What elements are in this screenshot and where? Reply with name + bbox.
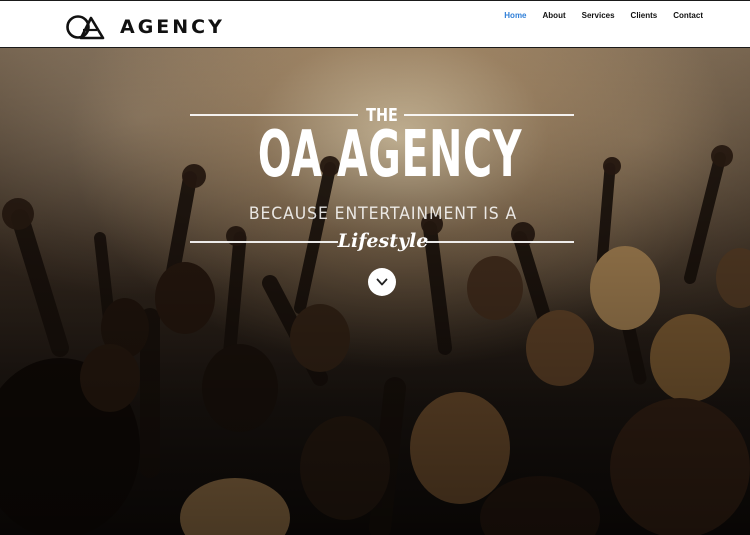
main-nav: Home About Services Clients Contact: [488, 11, 703, 20]
hero-tagline: Lifestyle: [337, 230, 429, 252]
title-rule-right: [404, 114, 574, 116]
hero-title-block: THE OA AGENCY BECAUSE ENTERTAINMENT IS A…: [0, 48, 750, 535]
scroll-down-button[interactable]: [368, 268, 396, 296]
hero-subtitle: BECAUSE ENTERTAINMENT IS A: [248, 204, 518, 224]
site-header: AGENCY Home About Services Clients Conta…: [0, 0, 750, 48]
hero-title: OA AGENCY: [257, 118, 523, 192]
chevron-down-icon: [376, 278, 388, 286]
nav-about[interactable]: About: [543, 11, 566, 20]
nav-clients[interactable]: Clients: [631, 11, 658, 20]
title-rule-left: [190, 114, 358, 116]
nav-contact[interactable]: Contact: [673, 11, 703, 20]
oa-logo-mark-icon: [66, 15, 105, 40]
nav-services[interactable]: Services: [582, 11, 615, 20]
hero-section: THE OA AGENCY BECAUSE ENTERTAINMENT IS A…: [0, 48, 750, 535]
logo[interactable]: AGENCY: [66, 14, 225, 40]
nav-home[interactable]: Home: [504, 11, 526, 20]
logo-text: AGENCY: [120, 16, 225, 38]
